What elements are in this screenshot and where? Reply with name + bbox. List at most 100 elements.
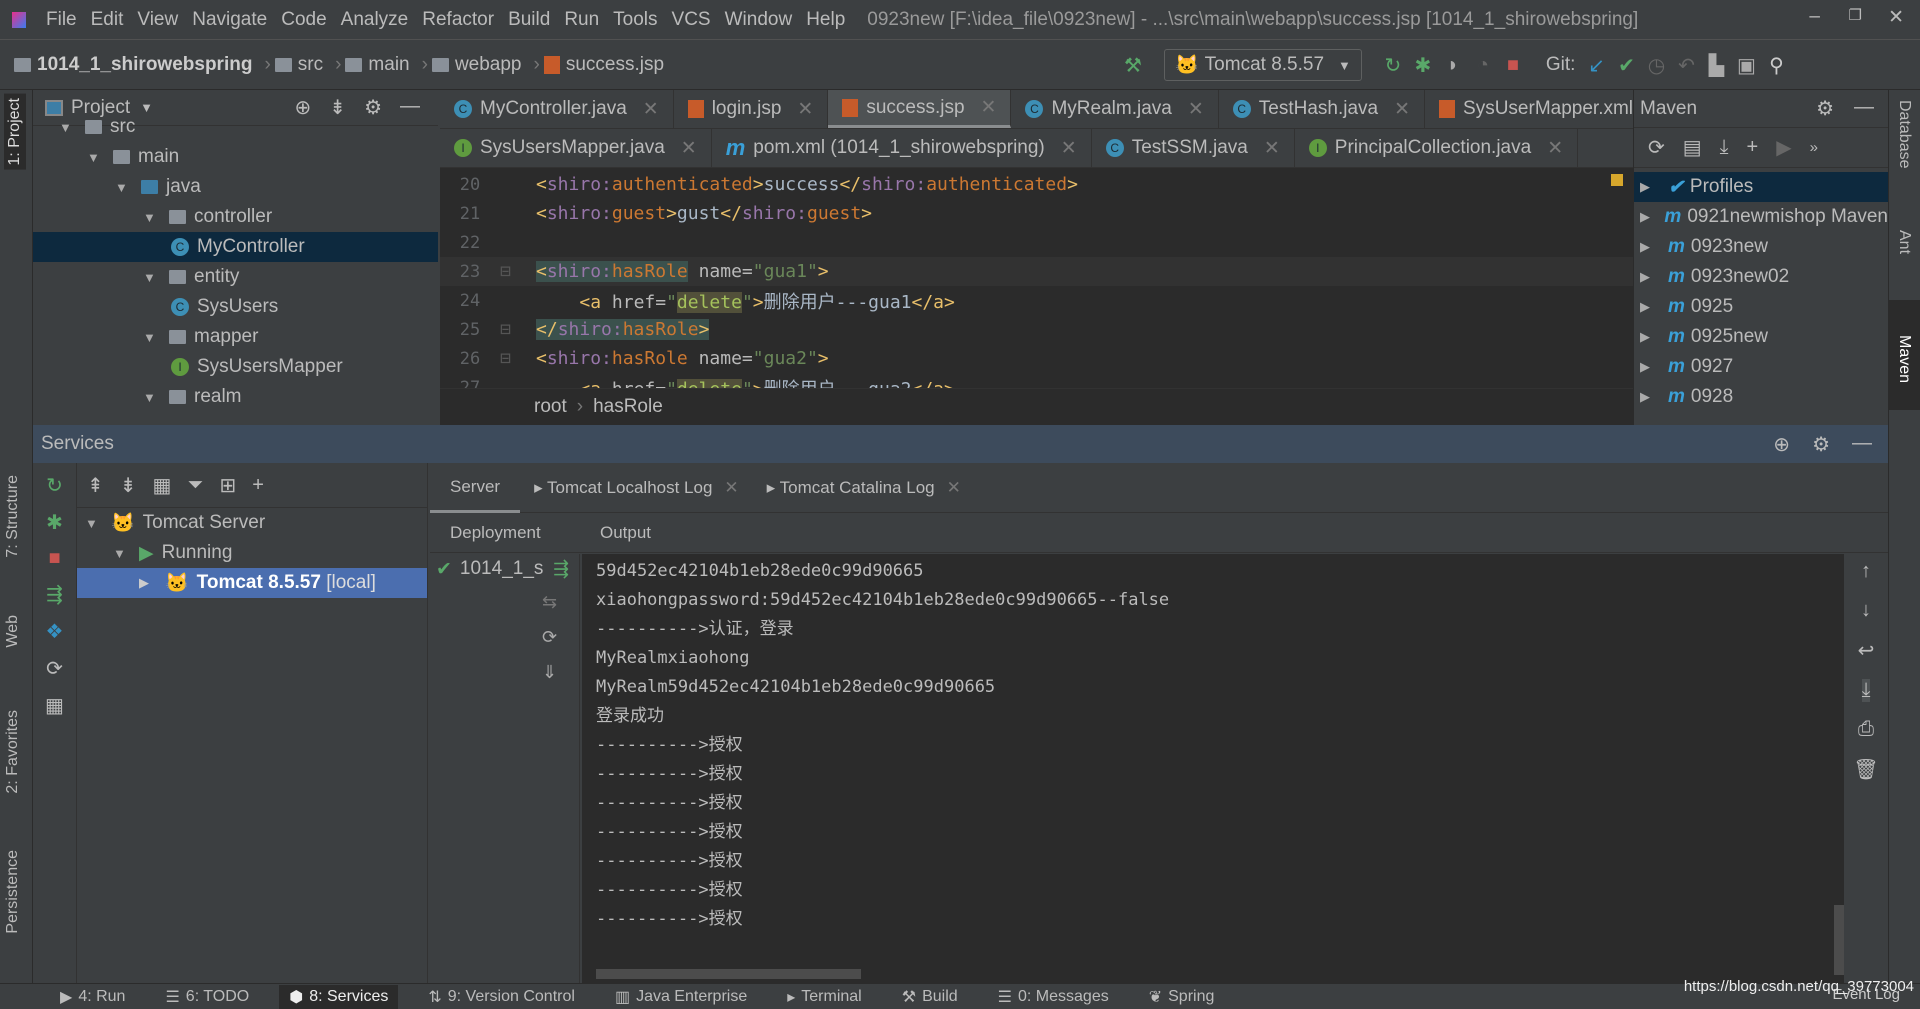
locate-icon[interactable]: ⊕ (295, 95, 312, 120)
trash-icon[interactable]: 🗑 (1853, 757, 1878, 782)
hide-icon[interactable]: — (1852, 432, 1872, 457)
menu-analyze[interactable]: Analyze (341, 9, 409, 31)
print-icon[interactable]: ⎙ (1858, 718, 1874, 741)
menu-code[interactable]: Code (281, 9, 326, 31)
stop-icon[interactable]: ■ (1498, 54, 1528, 77)
run-configuration-select[interactable]: 🐱 Tomcat 8.5.57 ▼ (1164, 49, 1362, 81)
deploy-all-icon[interactable]: ⇓ (542, 662, 579, 683)
project-tree-item[interactable]: ▼ controller (33, 202, 438, 232)
minimize-button[interactable]: – (1809, 6, 1820, 28)
down-arrow-icon[interactable]: ↓ (1861, 599, 1871, 622)
menu-file[interactable]: File (46, 9, 77, 31)
close-tab-icon[interactable]: ✕ (1061, 137, 1077, 160)
tool-tab-structure[interactable]: 7: Structure (4, 475, 22, 558)
expand-arrow-icon[interactable]: ▶ (1640, 389, 1658, 405)
redeploy-icon[interactable]: ⇶ (553, 558, 569, 581)
close-tab-icon[interactable]: ✕ (1394, 98, 1410, 121)
layout-icon[interactable]: ▦ (45, 693, 64, 718)
new-tab-icon[interactable]: ⊞ (219, 473, 236, 498)
editor-tab[interactable]: I PrincipalCollection.java ✕ (1295, 129, 1579, 167)
expand-arrow-icon[interactable]: ▶ (1640, 299, 1658, 315)
vertical-scrollbar[interactable] (1834, 905, 1844, 975)
collapse-all-icon[interactable]: ⇟ (120, 473, 137, 498)
tab-catalina-log[interactable]: ▸ Tomcat Catalina Log ✕ (753, 478, 975, 498)
tool-tab-persistence[interactable]: Persistence (4, 850, 22, 934)
menu-build[interactable]: Build (508, 9, 550, 31)
code-line[interactable]: 26 ⊟ <shiro:hasRole name="gua2"> (440, 344, 1633, 373)
service-tomcat-instance[interactable]: ▶ 🐱 Tomcat 8.5.57 [local] (77, 568, 427, 598)
close-button[interactable]: ✕ (1888, 6, 1904, 29)
code-line[interactable]: 22 (440, 228, 1633, 257)
tool-tab-project[interactable]: 1: Project (4, 94, 26, 170)
run-icon[interactable]: ▶ (1776, 135, 1791, 160)
horizontal-scrollbar[interactable] (596, 969, 861, 979)
inspection-warning-icon[interactable] (1611, 174, 1623, 186)
editor-tab[interactable]: success.jsp ✕ (828, 90, 1012, 128)
editor-tab[interactable]: m pom.xml (1014_1_shirowebspring) ✕ (712, 129, 1092, 167)
expand-arrow-icon[interactable]: ▶ (1640, 179, 1658, 195)
close-tab-icon[interactable]: ✕ (643, 98, 659, 121)
editor-tab[interactable]: I SysUsersMapper.java ✕ (440, 129, 712, 167)
expand-arrow-icon[interactable]: ▶ (1640, 359, 1658, 375)
maven-project-item[interactable]: ▶ m 0923new (1634, 232, 1888, 262)
service-running-group[interactable]: ▼ ▶ Running (77, 538, 427, 568)
deployment-item[interactable]: ✔ 1014_1_s ⇶ (430, 554, 579, 584)
profile-icon[interactable]: ◔ (1468, 54, 1498, 77)
project-tree-item[interactable]: C SysUsers (33, 292, 438, 322)
tool-tab-favorites[interactable]: 2: Favorites (4, 710, 22, 794)
add-icon[interactable]: + (1747, 136, 1759, 159)
breadcrumb-project[interactable]: 1014_1_shirowebspring (14, 54, 252, 76)
artifacts-icon[interactable]: ❖ (46, 619, 64, 644)
expand-arrow-icon[interactable]: ▶ (1640, 209, 1654, 225)
maven-project-item[interactable]: ▶ m 0923new02 (1634, 262, 1888, 292)
fold-icon[interactable]: ⊟ (500, 319, 536, 340)
close-tab-icon[interactable]: ✕ (1547, 137, 1563, 160)
terminal-window-icon[interactable]: ▣ (1731, 53, 1761, 78)
editor-tab[interactable]: C TestHash.java ✕ (1219, 90, 1426, 128)
debug-icon[interactable]: ✱ (46, 510, 63, 535)
maven-project-item[interactable]: ▶ m 0925new (1634, 322, 1888, 352)
tool-tab-web[interactable]: Web (4, 615, 22, 648)
editor-crumb-root[interactable]: root (534, 396, 567, 418)
code-line[interactable]: 27 <a href="delete">删除用户---gua2</a> (440, 373, 1633, 388)
expand-arrow-icon[interactable]: ▼ (143, 210, 161, 225)
coverage-icon[interactable]: ◗ (1438, 54, 1468, 77)
project-tree-item[interactable]: ▼ realm (33, 382, 438, 412)
scroll-to-end-icon[interactable]: ⤓ (1861, 679, 1871, 702)
status-tab-todo[interactable]: ☰ 6: TODO (155, 985, 259, 1009)
hide-icon[interactable]: — (1854, 96, 1874, 121)
menu-run[interactable]: Run (564, 9, 599, 31)
more-icon[interactable]: » (1810, 139, 1818, 156)
undeploy-icon[interactable]: ⇆ (542, 592, 579, 613)
restore-button[interactable]: ❐ (1849, 6, 1862, 24)
maven-project-item[interactable]: ▶ m 0925 (1634, 292, 1888, 322)
collapse-all-icon[interactable]: ⇟ (329, 95, 346, 120)
expand-arrow-icon[interactable]: ▼ (143, 270, 161, 285)
debug-icon[interactable]: ✱ (1408, 53, 1438, 78)
menu-help[interactable]: Help (806, 9, 845, 31)
status-tab-messages[interactable]: ☰ 0: Messages (988, 985, 1119, 1009)
tab-localhost-log[interactable]: ▸ Tomcat Localhost Log ✕ (520, 478, 753, 498)
reload-icon[interactable]: ⟳ (1648, 135, 1665, 160)
expand-arrow-icon[interactable]: ▶ (1640, 239, 1658, 255)
breadcrumb-src[interactable]: src (274, 54, 323, 76)
close-tab-icon[interactable]: ✕ (681, 137, 697, 160)
close-tab-icon[interactable]: ✕ (797, 98, 813, 121)
code-line[interactable]: 24 <a href="delete">删除用户---gua1</a> (440, 286, 1633, 315)
project-tree-item[interactable]: ▼ java (33, 172, 438, 202)
download-icon[interactable]: ⤓ (1720, 136, 1729, 159)
project-tree-item[interactable]: ▼ main (33, 142, 438, 172)
status-tab-services[interactable]: ⬢ 8: Services (279, 984, 399, 1009)
status-tab-versioncontrol[interactable]: ⇅ 9: Version Control (418, 985, 585, 1009)
project-tree-item[interactable]: ▼ entity (33, 262, 438, 292)
editor-crumb-hasrole[interactable]: hasRole (593, 396, 663, 418)
expand-arrow-icon[interactable]: ▶ (1640, 269, 1658, 285)
hide-icon[interactable]: — (400, 95, 420, 120)
code-line[interactable]: 20 <shiro:authenticated>success</shiro:au… (440, 170, 1633, 199)
gear-icon[interactable]: ⚙ (1812, 432, 1830, 457)
maven-project-item[interactable]: ▶ m 0927 (1634, 352, 1888, 382)
menu-tools[interactable]: Tools (613, 9, 657, 31)
build-hammer-icon[interactable]: ⚒ (1118, 53, 1148, 78)
tool-tab-ant[interactable]: Ant (1895, 230, 1913, 254)
update-running-app-icon[interactable]: ↻ (1378, 53, 1408, 78)
